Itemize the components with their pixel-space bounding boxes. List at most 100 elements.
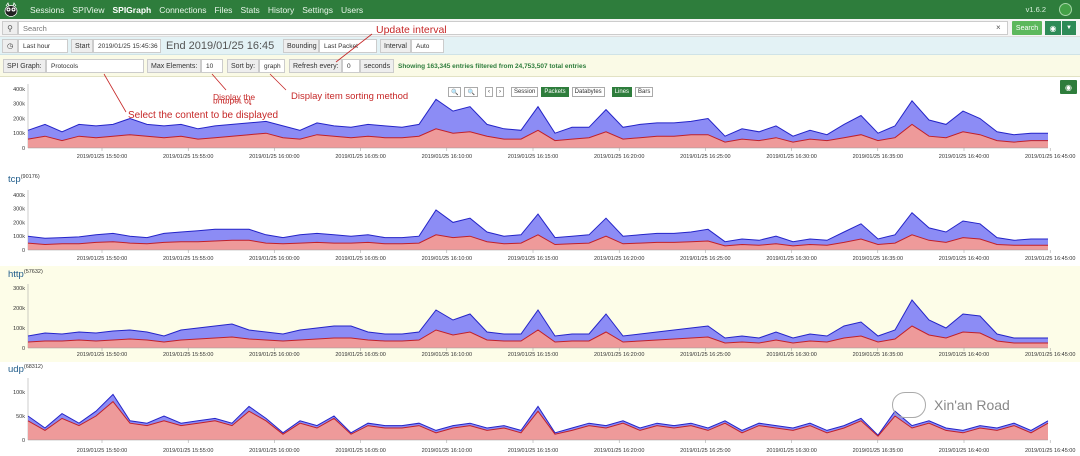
search-input[interactable]	[18, 21, 1008, 35]
x-tick-label: 2019/01/25 16:10:00	[422, 154, 472, 160]
x-tick-label: 2019/01/25 16:20:00	[594, 256, 644, 262]
start-label: Start	[71, 39, 93, 53]
x-tick-label: 2019/01/25 16:20:00	[594, 352, 644, 358]
x-tick-label: 2019/01/25 16:40:00	[939, 352, 989, 358]
bounding-label: Bounding	[283, 39, 319, 53]
x-tick-label: 2019/01/25 16:45:00	[1025, 154, 1075, 160]
nav-spigraph[interactable]: SPIGraph	[112, 5, 151, 15]
sort-by-label: Sort by:	[227, 59, 259, 73]
x-tick-label: 2019/01/25 16:25:00	[680, 256, 730, 262]
x-tick-label: 2019/01/25 16:25:00	[680, 448, 730, 454]
end-time-input[interactable]: End 2019/01/25 16:45	[162, 39, 280, 53]
x-tick-label: 2019/01/25 16:35:00	[853, 256, 903, 262]
start-time-input[interactable]: 2019/01/25 15:45:36	[93, 39, 161, 53]
x-tick-label: 2019/01/25 16:30:00	[766, 448, 816, 454]
nav-history[interactable]: History	[268, 5, 294, 15]
refresh-every-label: Refresh every:	[289, 59, 342, 73]
x-tick-label: 2019/01/25 15:50:00	[77, 352, 127, 358]
main-spigraph-chart: 0 100k 200k 300k 400k 2019/01/25 15:50:00 2019…	[13, 84, 1075, 160]
x-tick-label: 2019/01/25 15:50:00	[77, 256, 127, 262]
interval-label: Interval	[380, 39, 411, 53]
top-navbar: Sessions SPIView SPIGraph Connections Fi…	[0, 0, 1080, 19]
http-chart: 0 100k 200k 300k 2019/01/25 15:50:00 2019/01/…	[13, 284, 1075, 358]
annotation-update-interval: Update interval	[376, 24, 447, 36]
nav-users[interactable]: Users	[341, 5, 363, 15]
x-tick-label: 2019/01/25 16:40:00	[939, 154, 989, 160]
eye-icon[interactable]: ◉	[1045, 21, 1061, 35]
x-tick-label: 2019/01/25 16:35:00	[853, 154, 903, 160]
nav-sessions[interactable]: Sessions	[30, 5, 65, 15]
x-tick-label: 2019/01/25 16:00:00	[249, 352, 299, 358]
watermark-text: Xin'an Road	[934, 397, 1010, 413]
refresh-unit-label: seconds	[360, 59, 394, 73]
x-tick-label: 2019/01/25 16:15:00	[508, 352, 558, 358]
http-title: http(57632)	[8, 269, 43, 281]
x-tick-label: 2019/01/25 16:35:00	[853, 448, 903, 454]
max-elements-select[interactable]: 10	[201, 59, 223, 73]
x-tick-label: 2019/01/25 16:40:00	[939, 256, 989, 262]
x-tick-label: 2019/01/25 16:45:00	[1025, 256, 1075, 262]
version-label: v1.6.2	[1025, 5, 1046, 14]
x-tick-label: 2019/01/25 16:00:00	[249, 154, 299, 160]
x-tick-label: 2019/01/25 16:15:00	[508, 448, 558, 454]
clock-icon: ◷	[2, 39, 18, 53]
x-tick-label: 2019/01/25 16:15:00	[508, 256, 558, 262]
refresh-every-select[interactable]: 0	[342, 59, 360, 73]
y-tick-label: 200k	[13, 306, 25, 312]
y-tick-label: 300k	[13, 102, 25, 108]
x-tick-label: 2019/01/25 15:55:00	[163, 448, 213, 454]
nav-settings[interactable]: Settings	[302, 5, 333, 15]
x-tick-label: 2019/01/25 16:30:00	[766, 256, 816, 262]
x-tick-label: 2019/01/25 16:10:00	[422, 448, 472, 454]
y-tick-label: 100k	[13, 131, 25, 137]
x-tick-label: 2019/01/25 16:00:00	[249, 256, 299, 262]
x-tick-label: 2019/01/25 16:05:00	[335, 256, 385, 262]
max-elements-label: Max Elements:	[147, 59, 201, 73]
nav-connections[interactable]: Connections	[159, 5, 206, 15]
spi-options-bar: SPI Graph: Protocols Max Elements: 10 So…	[0, 55, 1080, 77]
y-tick-label: 200k	[13, 220, 25, 226]
search-button[interactable]: Search	[1012, 21, 1042, 35]
x-tick-label: 2019/01/25 16:00:00	[249, 448, 299, 454]
spi-graph-field-input[interactable]: Protocols	[46, 59, 144, 73]
x-tick-label: 2019/01/25 15:55:00	[163, 256, 213, 262]
y-tick-label: 300k	[13, 207, 25, 213]
user-avatar-icon[interactable]	[1059, 3, 1072, 16]
time-range-select[interactable]: Last hour	[18, 39, 68, 53]
search-bar: ⚲ × Search ◉ ▼	[0, 19, 1080, 37]
bounding-select[interactable]: Last Packet	[319, 39, 377, 53]
clear-search-icon[interactable]: ×	[996, 23, 1001, 32]
nav-stats[interactable]: Stats	[240, 5, 259, 15]
entries-status-text: Showing 163,345 entries filtered from 24…	[398, 63, 587, 70]
x-tick-label: 2019/01/25 16:25:00	[680, 352, 730, 358]
y-tick-label: 0	[22, 146, 25, 152]
x-tick-label: 2019/01/25 16:20:00	[594, 154, 644, 160]
x-tick-label: 2019/01/25 15:50:00	[77, 154, 127, 160]
x-tick-label: 2019/01/25 16:15:00	[508, 154, 558, 160]
y-tick-label: 300k	[13, 286, 25, 292]
x-tick-label: 2019/01/25 16:05:00	[335, 352, 385, 358]
sort-by-select[interactable]: graph	[259, 59, 285, 73]
x-tick-label: 2019/01/25 16:05:00	[335, 448, 385, 454]
interval-select[interactable]: Auto	[411, 39, 444, 53]
x-tick-label: 2019/01/25 16:45:00	[1025, 352, 1075, 358]
y-tick-label: 400k	[13, 193, 25, 199]
x-tick-label: 2019/01/25 16:40:00	[939, 448, 989, 454]
y-tick-label: 0	[22, 438, 25, 444]
y-tick-label: 0	[22, 346, 25, 352]
y-tick-label: 100k	[13, 390, 25, 396]
nav-spiview[interactable]: SPIView	[73, 5, 105, 15]
nav-files[interactable]: Files	[214, 5, 232, 15]
x-tick-label: 2019/01/25 16:20:00	[594, 448, 644, 454]
search-icon: ⚲	[2, 21, 18, 35]
y-tick-label: 100k	[13, 326, 25, 332]
y-tick-label: 400k	[13, 87, 25, 93]
owl-logo-icon[interactable]	[0, 0, 22, 19]
x-tick-label: 2019/01/25 15:55:00	[163, 352, 213, 358]
x-tick-label: 2019/01/25 16:35:00	[853, 352, 903, 358]
y-tick-label: 50k	[16, 414, 25, 420]
x-tick-label: 2019/01/25 15:55:00	[163, 154, 213, 160]
y-tick-label: 200k	[13, 116, 25, 122]
chevron-down-icon[interactable]: ▼	[1062, 21, 1076, 35]
x-tick-label: 2019/01/25 16:10:00	[422, 352, 472, 358]
